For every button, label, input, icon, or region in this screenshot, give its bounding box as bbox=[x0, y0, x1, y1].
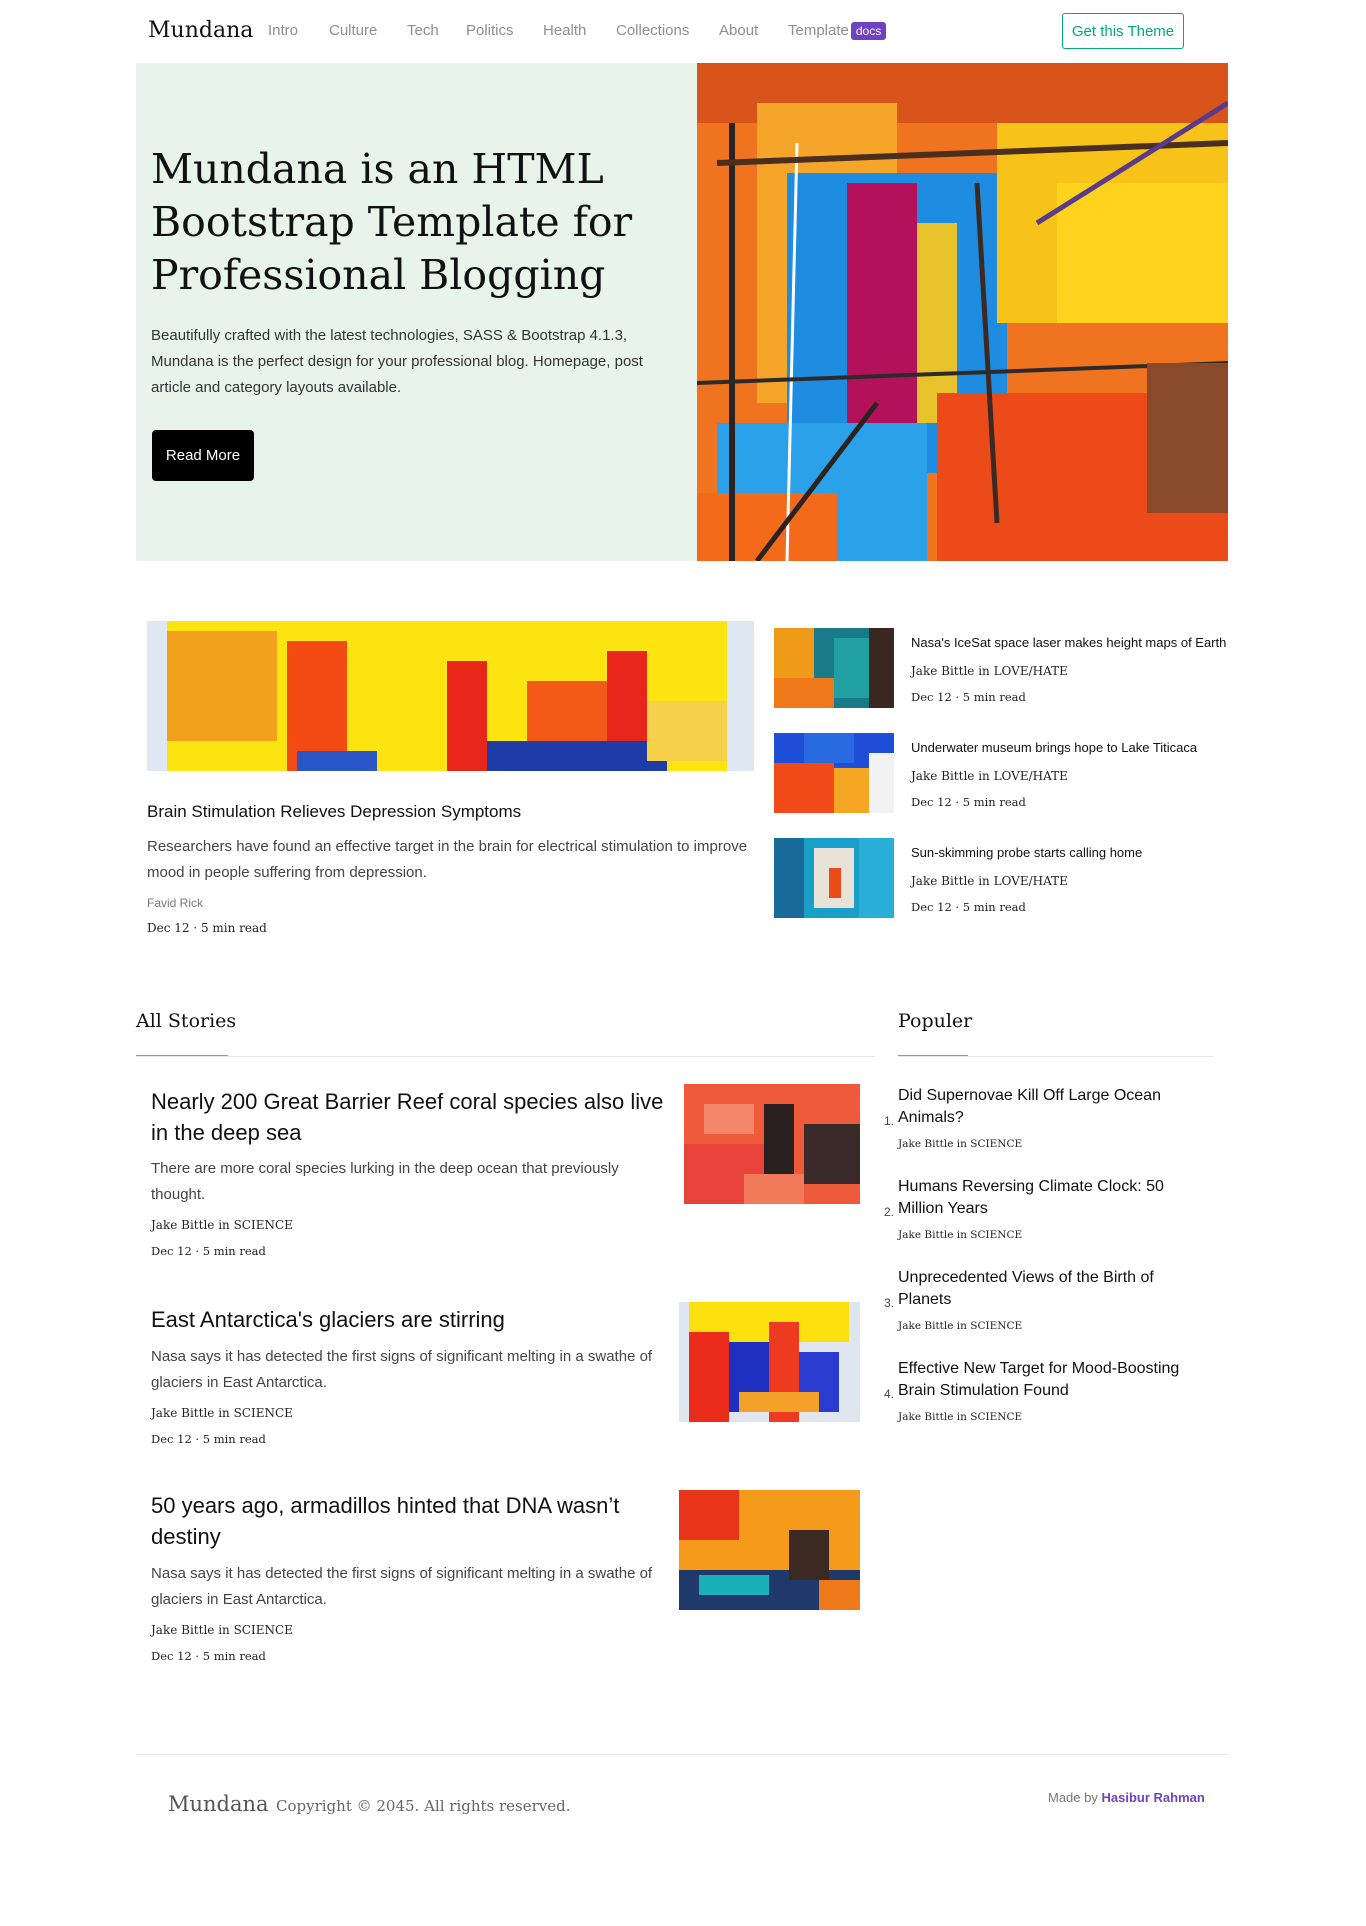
all-stories-heading: All Stories bbox=[136, 1010, 237, 1032]
popular-author[interactable]: Jake Bittle in SCIENCE bbox=[898, 1229, 1022, 1241]
hero-description: Beautifully crafted with the latest tech… bbox=[151, 327, 643, 396]
side-post-meta: Dec 12 · 5 min read bbox=[911, 900, 1026, 914]
popular-title[interactable]: Did Supernovae Kill Off Large Ocean Anim… bbox=[898, 1085, 1198, 1129]
story-title[interactable]: Nearly 200 Great Barrier Reef coral spec… bbox=[151, 1086, 671, 1148]
footer-credit: Made by Hasibur Rahman bbox=[1048, 1790, 1205, 1805]
side-post-meta: Dec 12 · 5 min read bbox=[911, 795, 1026, 809]
read-more-button[interactable]: Read More bbox=[152, 430, 254, 481]
story-image[interactable] bbox=[684, 1084, 860, 1204]
nav-link-template-label: Template bbox=[788, 22, 849, 39]
hero-painting-image bbox=[697, 63, 1228, 561]
side-post-author[interactable]: Jake Bittle in LOVE/HATE bbox=[911, 664, 1068, 678]
popular-heading: Populer bbox=[898, 1010, 973, 1032]
footer-brand[interactable]: Mundana bbox=[168, 1792, 269, 1816]
story-meta: Dec 12 · 5 min read bbox=[151, 1649, 266, 1663]
popular-rank: 1. bbox=[884, 1114, 895, 1128]
featured-post-excerpt: Researchers have found an effective targ… bbox=[147, 838, 748, 881]
popular-author[interactable]: Jake Bittle in SCIENCE bbox=[898, 1411, 1022, 1423]
story-excerpt: Nasa says it has detected the first sign… bbox=[151, 1348, 653, 1391]
featured-post-title[interactable]: Brain Stimulation Relieves Depression Sy… bbox=[147, 802, 521, 822]
side-post-title[interactable]: Sun-skimming probe starts calling home bbox=[911, 845, 1231, 860]
side-post-image[interactable] bbox=[774, 838, 894, 918]
story-image[interactable] bbox=[679, 1490, 860, 1610]
story-title[interactable]: 50 years ago, armadillos hinted that DNA… bbox=[151, 1490, 671, 1552]
story-author[interactable]: Jake Bittle in SCIENCE bbox=[151, 1406, 293, 1420]
all-stories-accent bbox=[136, 1055, 228, 1056]
side-post-title[interactable]: Nasa's IceSat space laser makes height m… bbox=[911, 635, 1231, 650]
side-post-image[interactable] bbox=[774, 628, 894, 708]
nav-link-intro[interactable]: Intro bbox=[268, 22, 298, 39]
popular-title[interactable]: Humans Reversing Climate Clock: 50 Milli… bbox=[898, 1176, 1198, 1220]
featured-post-author[interactable]: Favid Rick bbox=[147, 896, 203, 910]
popular-divider bbox=[898, 1056, 1214, 1057]
side-post-meta: Dec 12 · 5 min read bbox=[911, 690, 1026, 704]
hero-panel bbox=[136, 63, 697, 561]
story-author[interactable]: Jake Bittle in SCIENCE bbox=[151, 1623, 293, 1637]
side-post-image[interactable] bbox=[774, 733, 894, 813]
nav-link-collections[interactable]: Collections bbox=[616, 22, 689, 39]
get-theme-button[interactable]: Get this Theme bbox=[1062, 13, 1184, 49]
side-post-author[interactable]: Jake Bittle in LOVE/HATE bbox=[911, 769, 1068, 783]
popular-author[interactable]: Jake Bittle in SCIENCE bbox=[898, 1138, 1022, 1150]
side-post-title[interactable]: Underwater museum brings hope to Lake Ti… bbox=[911, 740, 1231, 755]
footer-divider bbox=[136, 1754, 1228, 1755]
story-excerpt: Nasa says it has detected the first sign… bbox=[151, 1565, 653, 1608]
side-post-author[interactable]: Jake Bittle in LOVE/HATE bbox=[911, 874, 1068, 888]
featured-post-meta: Dec 12 · 5 min read bbox=[147, 921, 267, 935]
nav-link-health[interactable]: Health bbox=[543, 22, 586, 39]
story-meta: Dec 12 · 5 min read bbox=[151, 1432, 266, 1446]
story-meta: Dec 12 · 5 min read bbox=[151, 1244, 266, 1258]
footer-copyright: Copyright © 2045. All rights reserved. bbox=[276, 1797, 571, 1815]
brand-logo[interactable]: Mundana bbox=[148, 18, 253, 43]
popular-title[interactable]: Effective New Target for Mood-Boosting B… bbox=[898, 1358, 1198, 1402]
popular-title[interactable]: Unprecedented Views of the Birth of Plan… bbox=[898, 1267, 1198, 1311]
footer-credit-prefix: Made by bbox=[1048, 1790, 1098, 1805]
popular-rank: 2. bbox=[884, 1205, 895, 1219]
docs-badge: docs bbox=[850, 22, 887, 40]
nav-link-about[interactable]: About bbox=[719, 22, 758, 39]
nav-link-culture[interactable]: Culture bbox=[329, 22, 377, 39]
nav-link-politics[interactable]: Politics bbox=[466, 22, 514, 39]
featured-post-image[interactable] bbox=[147, 621, 754, 771]
popular-rank: 3. bbox=[884, 1296, 895, 1310]
story-title[interactable]: East Antarctica's glaciers are stirring bbox=[151, 1304, 671, 1335]
popular-accent bbox=[898, 1055, 968, 1056]
hero-title: Mundana is an HTML Bootstrap Template fo… bbox=[151, 145, 633, 299]
nav-link-tech[interactable]: Tech bbox=[407, 22, 439, 39]
story-image[interactable] bbox=[679, 1302, 860, 1422]
all-stories-divider bbox=[136, 1056, 875, 1057]
footer-credit-link[interactable]: Hasibur Rahman bbox=[1102, 1790, 1205, 1805]
story-excerpt: There are more coral species lurking in … bbox=[151, 1160, 619, 1203]
story-author[interactable]: Jake Bittle in SCIENCE bbox=[151, 1218, 293, 1232]
nav-link-template[interactable]: Template docs bbox=[788, 22, 887, 40]
popular-author[interactable]: Jake Bittle in SCIENCE bbox=[898, 1320, 1022, 1332]
popular-rank: 4. bbox=[884, 1387, 895, 1401]
